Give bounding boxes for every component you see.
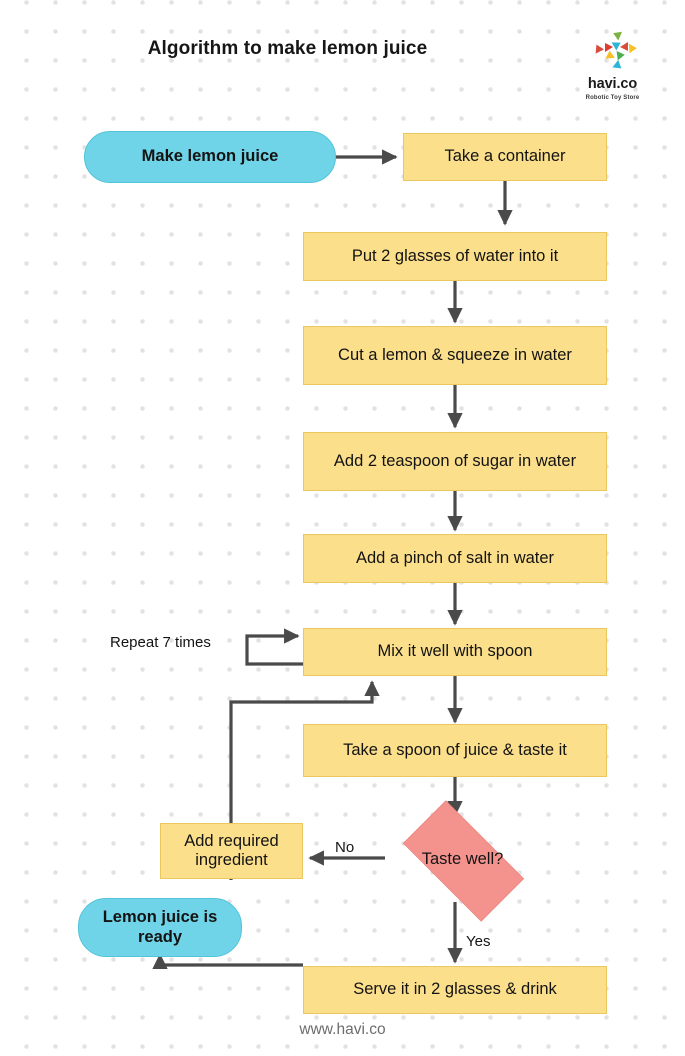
node-cut-lemon-label: Cut a lemon & squeeze in water xyxy=(338,345,572,364)
node-taste-spoon[interactable]: Take a spoon of juice & taste it xyxy=(303,724,607,777)
node-put-water-label: Put 2 glasses of water into it xyxy=(351,246,559,265)
node-add-required-ingredient-label: Add required ingredient xyxy=(184,831,279,869)
node-end-label: Lemon juice is ready xyxy=(102,908,218,946)
node-start-label: Make lemon juice xyxy=(141,147,279,166)
edge-label-no: No xyxy=(335,839,355,856)
flowchart-canvas: Algorithm to make lemon juice havi.co Ro… xyxy=(0,0,685,1056)
node-mix-spoon[interactable]: Mix it well with spoon xyxy=(303,628,607,676)
node-decision-taste-well[interactable]: Taste well? xyxy=(385,800,540,922)
node-take-container-label: Take a container xyxy=(444,147,566,166)
brand-logo: havi.co Robotic Toy Store xyxy=(575,28,650,101)
node-taste-spoon-label: Take a spoon of juice & taste it xyxy=(343,740,567,759)
node-decision-label: Taste well? xyxy=(421,850,504,869)
node-serve-label: Serve it in 2 glasses & drink xyxy=(353,980,557,999)
node-cut-lemon[interactable]: Cut a lemon & squeeze in water xyxy=(303,326,607,385)
node-add-salt-label: Add a pinch of salt in water xyxy=(355,548,555,567)
node-end[interactable]: Lemon juice is ready xyxy=(78,898,242,957)
node-start[interactable]: Make lemon juice xyxy=(84,131,336,183)
node-mix-spoon-label: Mix it well with spoon xyxy=(377,642,533,661)
logo-wordmark: havi.co xyxy=(587,76,638,92)
edge-label-repeat: Repeat 7 times xyxy=(110,634,211,651)
triangle-burst-logo-icon xyxy=(595,31,637,69)
edge-label-yes: Yes xyxy=(466,933,491,950)
node-add-sugar-label: Add 2 teaspoon of sugar in water xyxy=(333,451,577,470)
node-take-container[interactable]: Take a container xyxy=(403,133,607,181)
node-serve[interactable]: Serve it in 2 glasses & drink xyxy=(303,966,607,1014)
node-add-sugar[interactable]: Add 2 teaspoon of sugar in water xyxy=(303,432,607,491)
footer-url: www.havi.co xyxy=(299,1021,386,1038)
node-add-required-ingredient[interactable]: Add required ingredient xyxy=(160,823,303,879)
logo-tagline: Robotic Toy Store xyxy=(585,95,640,101)
node-put-water[interactable]: Put 2 glasses of water into it xyxy=(303,232,607,281)
node-add-salt[interactable]: Add a pinch of salt in water xyxy=(303,534,607,583)
